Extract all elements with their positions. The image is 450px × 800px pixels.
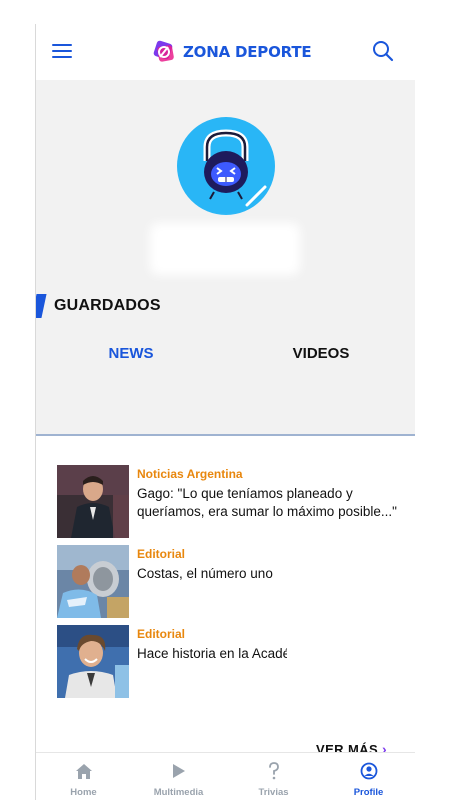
news-category: Editorial [137,627,186,641]
nav-profile[interactable]: Profile [321,753,415,800]
brand-name: ZONA DEPORTE [183,43,312,61]
home-icon [74,761,94,781]
brand-logo[interactable]: ZONA DEPORTE [151,39,312,65]
list-item[interactable]: Editorial Hace historia en la Académica [57,625,402,698]
news-thumbnail [57,545,129,618]
news-thumbnail [57,625,129,698]
saved-title: GUARDADOS [54,297,161,314]
play-icon [169,761,189,781]
nav-home[interactable]: Home [36,753,131,800]
nav-multimedia[interactable]: Multimedia [131,753,226,800]
nav-trivias[interactable]: Trivias [226,753,321,800]
news-title: Costas, el número uno [137,566,273,581]
tab-news[interactable]: NEWS [36,342,226,380]
app-screen: ZONA DEPORTE GUARDADOS NEWS VIDEOS Notic… [35,24,415,800]
saved-section-header: GUARDADOS [36,293,161,319]
nav-profile-label: Profile [353,787,384,798]
nav-home-label: Home [70,787,97,798]
logo-mark-icon [151,39,177,65]
kettlebell-mascot-icon[interactable] [177,117,275,215]
list-item[interactable]: Editorial Costas, el número uno [57,545,402,618]
saved-tabs: NEWS VIDEOS [36,342,415,380]
profile-icon [359,761,379,781]
news-title: Hace historia en la Académica [137,646,287,661]
nav-trivias-label: Trivias [258,787,289,798]
question-icon [264,761,284,781]
user-name-redacted [150,223,300,275]
news-title: Gago: "Lo que teníamos planeado y quería… [137,486,397,519]
section-accent-bar [36,294,47,318]
news-category: Noticias Argentina [137,467,243,481]
news-category: Editorial [137,547,186,561]
profile-panel [36,80,415,436]
nav-multimedia-label: Multimedia [153,787,204,798]
bottom-navigation: Home Multimedia Trivias Profile [36,752,415,800]
saved-news-list: Noticias Argentina Gago: "Lo que teníamo… [57,465,402,705]
search-icon[interactable] [372,40,396,64]
hamburger-menu-icon[interactable] [52,41,74,61]
news-thumbnail [57,465,129,538]
tab-videos[interactable]: VIDEOS [226,342,415,380]
list-item[interactable]: Noticias Argentina Gago: "Lo que teníamo… [57,465,402,538]
top-header: ZONA DEPORTE [36,24,415,80]
tabs-divider [36,434,415,436]
